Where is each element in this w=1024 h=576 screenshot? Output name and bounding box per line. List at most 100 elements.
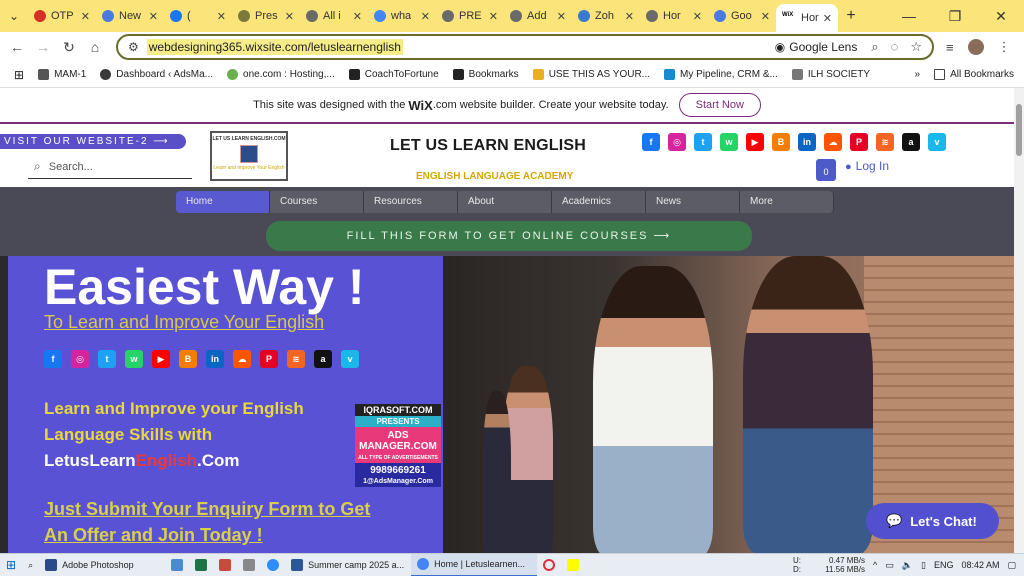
- battery-icon[interactable]: ▯: [921, 560, 926, 571]
- bookmark-item[interactable]: ILH SOCIETY: [791, 69, 870, 80]
- hero-subtitle-link[interactable]: To Learn and Improve Your English: [44, 312, 324, 333]
- site-logo[interactable]: LET US LEARN ENGLISH.COM Learn and Impro…: [210, 131, 288, 181]
- vimeo-icon[interactable]: v: [928, 133, 946, 151]
- close-icon[interactable]: ✕: [823, 12, 832, 25]
- menu-item-home[interactable]: Home: [176, 191, 270, 213]
- apps-grid-icon[interactable]: ⊞: [14, 68, 24, 82]
- menu-item-about[interactable]: About: [458, 191, 552, 213]
- taskbar-icon-app[interactable]: [213, 554, 237, 576]
- close-icon[interactable]: ✕: [421, 10, 430, 23]
- start-now-button[interactable]: Start Now: [678, 93, 761, 117]
- windows-start-icon[interactable]: ⊞: [0, 554, 22, 576]
- volume-icon[interactable]: 🔈: [902, 560, 913, 571]
- amazon-icon[interactable]: a: [314, 350, 332, 368]
- bookmark-item[interactable]: My Pipeline, CRM &...: [664, 69, 778, 80]
- tab-item[interactable]: Hor ✕: [640, 4, 708, 28]
- clock[interactable]: 08:42 AM: [961, 560, 999, 570]
- bookmark-item[interactable]: Bookmarks: [452, 69, 519, 80]
- taskbar-icon-zoom[interactable]: [261, 554, 285, 576]
- tab-active[interactable]: WiX Hor ✕: [776, 4, 838, 32]
- instagram-icon[interactable]: ◎: [668, 133, 686, 151]
- tab-item[interactable]: Add ✕: [504, 4, 572, 28]
- tab-item[interactable]: (✕: [164, 4, 232, 28]
- blogger-icon[interactable]: B: [179, 350, 197, 368]
- tab-item[interactable]: Pres ✕: [232, 4, 300, 28]
- amazon-icon[interactable]: a: [902, 133, 920, 151]
- instagram-icon[interactable]: ◎: [71, 350, 89, 368]
- twitter-icon[interactable]: t: [98, 350, 116, 368]
- notification-icon[interactable]: ▢: [1007, 560, 1016, 571]
- taskbar-app-photoshop[interactable]: Adobe Photoshop: [39, 554, 165, 576]
- bookmark-item[interactable]: USE THIS AS YOUR...: [532, 69, 650, 80]
- close-window-icon[interactable]: ✕: [978, 8, 1024, 25]
- kebab-menu-icon[interactable]: ⋮: [998, 39, 1011, 55]
- soundcloud-icon[interactable]: ☁: [824, 133, 842, 151]
- tab-item[interactable]: All i ✕: [300, 4, 368, 28]
- new-tab-button[interactable]: +: [838, 7, 864, 25]
- menu-item-resources[interactable]: Resources: [364, 191, 458, 213]
- youtube-icon[interactable]: ▶: [152, 350, 170, 368]
- rss-icon[interactable]: ≋: [287, 350, 305, 368]
- taskbar-icon-monitor[interactable]: [165, 554, 189, 576]
- google-lens-button[interactable]: ◉ Google Lens: [775, 40, 858, 54]
- taskbar-icon-opera[interactable]: [537, 554, 561, 576]
- eye-off-icon[interactable]: ◌: [891, 39, 899, 55]
- menu-item-academics[interactable]: Academics: [552, 191, 646, 213]
- close-icon[interactable]: ✕: [285, 10, 294, 23]
- facebook-icon[interactable]: f: [642, 133, 660, 151]
- ads-manager-banner[interactable]: IQRASOFT.COM PRESENTS ADS MANAGER.COM AL…: [355, 404, 441, 494]
- search-taskbar-icon[interactable]: ⌕: [22, 554, 39, 576]
- soundcloud-icon[interactable]: ☁: [233, 350, 251, 368]
- facebook-icon[interactable]: f: [44, 350, 62, 368]
- close-icon[interactable]: ✕: [353, 10, 362, 23]
- taskbar-icon-excel[interactable]: [189, 554, 213, 576]
- close-icon[interactable]: ✕: [81, 10, 90, 23]
- media-control-icon[interactable]: ≡: [946, 40, 954, 55]
- restore-icon[interactable]: ❐: [932, 8, 978, 25]
- bookmark-item[interactable]: MAM-1: [38, 69, 86, 80]
- menu-item-news[interactable]: News: [646, 191, 740, 213]
- tab-item[interactable]: OTP ✕: [28, 4, 96, 28]
- zoom-icon[interactable]: ⌕: [871, 39, 878, 55]
- whatsapp-icon[interactable]: w: [125, 350, 143, 368]
- tab-item[interactable]: wha ✕: [368, 4, 436, 28]
- close-icon[interactable]: ✕: [217, 10, 226, 23]
- bookmark-item[interactable]: CoachToFortune: [348, 69, 439, 80]
- all-bookmarks-button[interactable]: All Bookmarks: [934, 69, 1014, 80]
- pinterest-icon[interactable]: P: [260, 350, 278, 368]
- enquiry-link[interactable]: Just Submit Your Enquiry Form to Get An …: [44, 496, 370, 548]
- tab-item[interactable]: Goo ✕: [708, 4, 776, 28]
- scrollbar[interactable]: [1014, 88, 1024, 553]
- back-icon[interactable]: ←: [4, 39, 30, 55]
- fill-form-button[interactable]: FILL THIS FORM TO GET ONLINE COURSES ⟶: [266, 221, 752, 251]
- menu-item-more[interactable]: More: [740, 191, 834, 213]
- cart-icon[interactable]: 0: [816, 159, 836, 181]
- blogger-icon[interactable]: B: [772, 133, 790, 151]
- bookmark-item[interactable]: Dashboard ‹ AdsMa...: [100, 69, 213, 80]
- bookmarks-overflow-icon[interactable]: »: [915, 69, 921, 80]
- forward-icon[interactable]: →: [30, 39, 56, 55]
- taskbar-app-word[interactable]: Summer camp 2025 a...: [285, 554, 411, 576]
- network-icon[interactable]: ▭: [885, 560, 894, 571]
- close-icon[interactable]: ✕: [625, 10, 634, 23]
- taskbar-icon-snapchat[interactable]: [561, 554, 585, 576]
- close-icon[interactable]: ✕: [761, 10, 770, 23]
- scrollbar-thumb[interactable]: [1016, 104, 1022, 156]
- twitter-icon[interactable]: t: [694, 133, 712, 151]
- linkedin-icon[interactable]: in: [206, 350, 224, 368]
- url-text[interactable]: webdesigning365.wixsite.com/letuslearnen…: [146, 39, 403, 55]
- taskbar-icon-usb[interactable]: [237, 554, 261, 576]
- rss-icon[interactable]: ≋: [876, 133, 894, 151]
- menu-item-courses[interactable]: Courses: [270, 191, 364, 213]
- linkedin-icon[interactable]: in: [798, 133, 816, 151]
- tab-item[interactable]: Zoh ✕: [572, 4, 640, 28]
- visit-website-button[interactable]: VISIT OUR WEBSITE-2 ⟶: [0, 134, 186, 149]
- close-icon[interactable]: ✕: [557, 10, 566, 23]
- chevron-up-icon[interactable]: ^: [873, 560, 877, 570]
- tab-item[interactable]: PRE ✕: [436, 4, 504, 28]
- close-icon[interactable]: ✕: [149, 10, 158, 23]
- taskbar-app-chrome[interactable]: Home | Letuslearnen...: [411, 553, 538, 576]
- bookmark-item[interactable]: one.com : Hosting,...: [227, 69, 335, 80]
- language-indicator[interactable]: ENG: [934, 560, 954, 570]
- youtube-icon[interactable]: ▶: [746, 133, 764, 151]
